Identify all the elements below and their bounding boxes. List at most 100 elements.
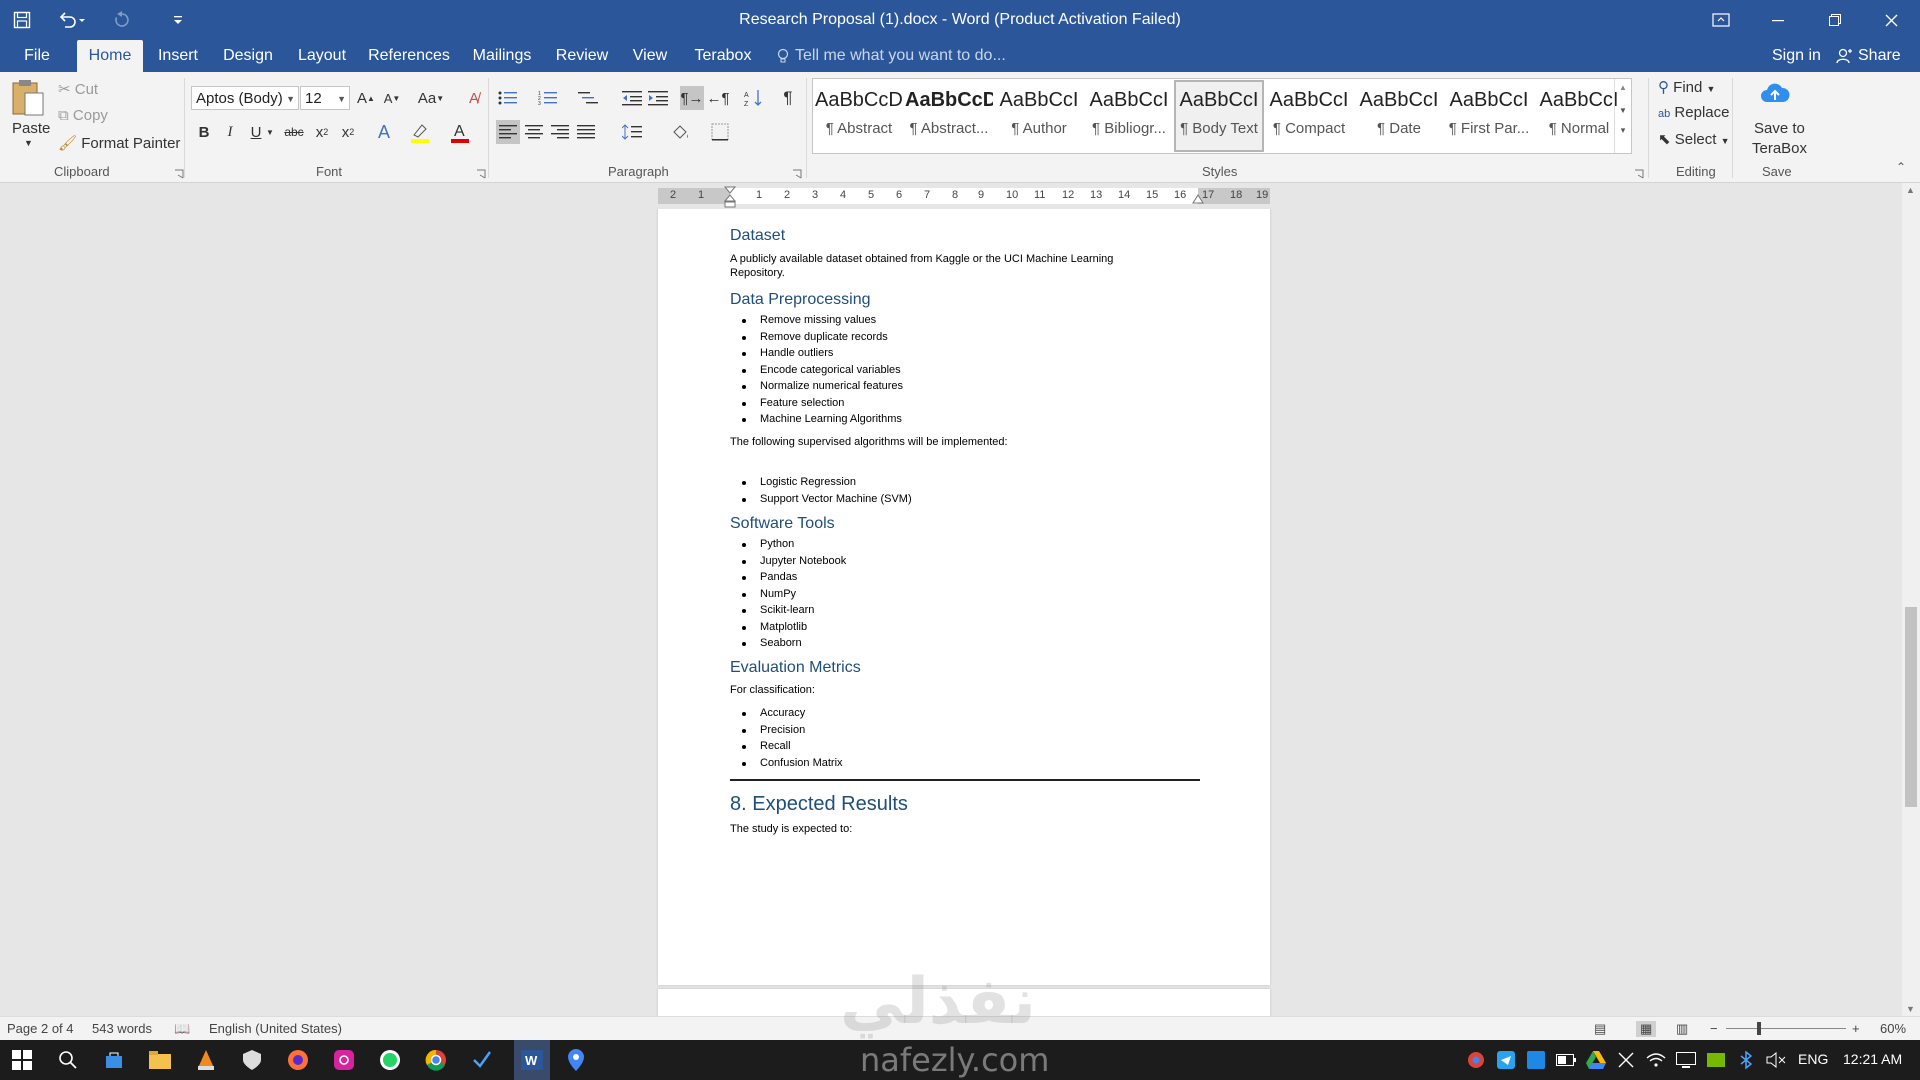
word-count[interactable]: 543 words bbox=[92, 1021, 152, 1036]
tab-home[interactable]: Home bbox=[77, 40, 143, 72]
bullets-icon[interactable] bbox=[496, 86, 520, 110]
display-icon[interactable] bbox=[1672, 1046, 1700, 1074]
underline-dropdown-icon[interactable]: ▼ bbox=[264, 120, 276, 144]
paste-dropdown-icon[interactable]: ▼ bbox=[24, 138, 33, 148]
zoom-out-icon[interactable]: − bbox=[1710, 1021, 1718, 1036]
scroll-up-icon[interactable]: ▲ bbox=[1615, 83, 1631, 92]
redo-icon[interactable] bbox=[100, 0, 144, 40]
language-indicator[interactable]: English (United States) bbox=[209, 1021, 342, 1036]
tab-references[interactable]: References bbox=[366, 40, 452, 72]
store-icon[interactable] bbox=[100, 1046, 128, 1074]
style-date[interactable]: AaBbCcI ¶ Date bbox=[1355, 81, 1443, 151]
save-to-label[interactable]: Save to bbox=[1754, 120, 1805, 137]
word-taskbar-icon[interactable]: W bbox=[514, 1040, 550, 1080]
cloud-upload-icon[interactable] bbox=[1760, 80, 1790, 106]
style-bibliography[interactable]: AaBbCcI ¶ Bibliogr... bbox=[1085, 81, 1173, 151]
font-color-icon[interactable]: A bbox=[448, 120, 472, 144]
bluetooth-icon[interactable] bbox=[1732, 1046, 1760, 1074]
font-launcher-icon[interactable] bbox=[476, 169, 486, 179]
strikethrough-icon[interactable]: abc bbox=[282, 120, 306, 144]
read-mode-icon[interactable]: ▤ bbox=[1594, 1021, 1606, 1037]
minimize-icon[interactable] bbox=[1749, 0, 1806, 40]
shading-icon[interactable] bbox=[668, 120, 692, 144]
tab-file[interactable]: File bbox=[14, 40, 60, 72]
sort-icon[interactable]: AZ bbox=[742, 86, 766, 110]
scroll-down-icon[interactable]: ▼ bbox=[1615, 106, 1631, 115]
zoom-level[interactable]: 60% bbox=[1880, 1021, 1906, 1036]
decrease-indent-icon[interactable] bbox=[620, 86, 644, 110]
scroll-thumb[interactable] bbox=[1905, 607, 1917, 807]
rtl-direction-icon[interactable]: ←¶ bbox=[706, 86, 730, 110]
find-button[interactable]: ⚲ Find ▼ bbox=[1658, 78, 1715, 96]
zoom-slider[interactable] bbox=[1726, 1028, 1846, 1029]
grow-font-icon[interactable]: A ▲ bbox=[354, 86, 378, 110]
paragraph-launcher-icon[interactable] bbox=[792, 169, 802, 179]
input-language[interactable]: ENG bbox=[1798, 1051, 1828, 1067]
nvidia-icon[interactable] bbox=[1702, 1046, 1730, 1074]
wifi-icon[interactable] bbox=[1642, 1046, 1670, 1074]
telegram-tray-icon[interactable] bbox=[1492, 1046, 1520, 1074]
styles-launcher-icon[interactable] bbox=[1634, 169, 1644, 179]
share-button[interactable]: Share bbox=[1836, 40, 1901, 72]
zoom-slider-thumb[interactable] bbox=[1757, 1022, 1761, 1035]
change-case-button[interactable]: Aa ▼ bbox=[414, 86, 448, 110]
undo-icon[interactable] bbox=[44, 0, 100, 40]
align-center-icon[interactable] bbox=[522, 120, 546, 144]
borders-icon[interactable] bbox=[708, 120, 732, 144]
style-compact[interactable]: AaBbCcI ¶ Compact bbox=[1265, 81, 1353, 151]
clipboard-launcher-icon[interactable] bbox=[174, 169, 184, 179]
chrome-tray-icon[interactable] bbox=[1462, 1046, 1490, 1074]
save-icon[interactable] bbox=[0, 0, 44, 40]
clock-time[interactable]: 12:21 AM bbox=[1843, 1051, 1902, 1067]
tell-me-box[interactable]: Tell me what you want to do... bbox=[777, 40, 1006, 72]
align-left-icon[interactable] bbox=[496, 120, 520, 144]
clear-formatting-icon[interactable]: A̸ bbox=[462, 86, 486, 110]
style-abstract-title[interactable]: AaBbCcD ¶ Abstract... bbox=[905, 81, 993, 151]
windows-start-icon[interactable] bbox=[8, 1046, 36, 1074]
network-off-icon[interactable] bbox=[1612, 1046, 1640, 1074]
justify-icon[interactable] bbox=[574, 120, 598, 144]
horizontal-ruler[interactable]: 2 1 1 2 3 4 5 6 7 8 9 10 11 12 13 14 15 … bbox=[658, 186, 1270, 208]
google-drive-icon[interactable] bbox=[1582, 1046, 1610, 1074]
firefox-icon[interactable] bbox=[284, 1046, 312, 1074]
right-indent-marker-icon[interactable] bbox=[1192, 194, 1204, 204]
font-name-combo[interactable]: Aptos (Body) ▼ bbox=[191, 86, 299, 110]
text-effects-icon[interactable]: A bbox=[372, 120, 396, 144]
scroll-down-icon[interactable]: ▼ bbox=[1906, 1004, 1915, 1014]
web-layout-icon[interactable]: ▥ bbox=[1676, 1021, 1688, 1037]
close-icon[interactable] bbox=[1863, 0, 1920, 40]
tab-mailings[interactable]: Mailings bbox=[466, 40, 538, 72]
italic-icon[interactable]: I bbox=[218, 120, 242, 144]
highlight-color-icon[interactable] bbox=[408, 120, 432, 144]
superscript-icon[interactable]: x2 bbox=[336, 120, 360, 144]
shrink-font-icon[interactable]: A ▼ bbox=[380, 86, 404, 110]
multilevel-list-icon[interactable] bbox=[576, 86, 600, 110]
styles-scroll[interactable]: ▲ ▼ ▾ bbox=[1614, 79, 1631, 153]
format-painter-button[interactable]: 🖌 Format Painter bbox=[58, 134, 180, 152]
more-styles-icon[interactable]: ▾ bbox=[1615, 125, 1631, 136]
bold-icon[interactable]: B bbox=[192, 120, 216, 144]
tab-review[interactable]: Review bbox=[552, 40, 612, 72]
copy-button[interactable]: ⧉ Copy bbox=[58, 107, 108, 124]
tab-terabox[interactable]: Terabox bbox=[688, 40, 758, 72]
print-layout-icon[interactable]: ▦ bbox=[1636, 1021, 1657, 1037]
page-counter[interactable]: Page 2 of 4 bbox=[7, 1021, 74, 1036]
select-button[interactable]: ⬉ Select ▼ bbox=[1658, 130, 1730, 148]
chrome-icon[interactable] bbox=[422, 1046, 450, 1074]
zoom-in-icon[interactable]: + bbox=[1852, 1021, 1860, 1036]
proofing-icon[interactable]: 📖 bbox=[174, 1021, 190, 1037]
tab-view[interactable]: View bbox=[626, 40, 674, 72]
maps-pin-icon[interactable] bbox=[562, 1046, 590, 1074]
sign-in-link[interactable]: Sign in bbox=[1772, 40, 1821, 72]
indent-marker-icon[interactable] bbox=[724, 186, 736, 208]
cut-button[interactable]: ✂ Cut bbox=[58, 80, 98, 98]
vpn-shield-icon[interactable] bbox=[238, 1046, 266, 1074]
ribbon-display-options-icon[interactable] bbox=[1692, 0, 1749, 40]
tab-layout[interactable]: Layout bbox=[292, 40, 352, 72]
style-normal[interactable]: AaBbCcI ¶ Normal bbox=[1535, 81, 1623, 151]
battery-icon[interactable] bbox=[1552, 1046, 1580, 1074]
customize-qat-icon[interactable] bbox=[156, 0, 200, 40]
scroll-up-icon[interactable]: ▲ bbox=[1906, 185, 1915, 195]
file-explorer-icon[interactable] bbox=[146, 1046, 174, 1074]
search-icon[interactable] bbox=[54, 1046, 82, 1074]
